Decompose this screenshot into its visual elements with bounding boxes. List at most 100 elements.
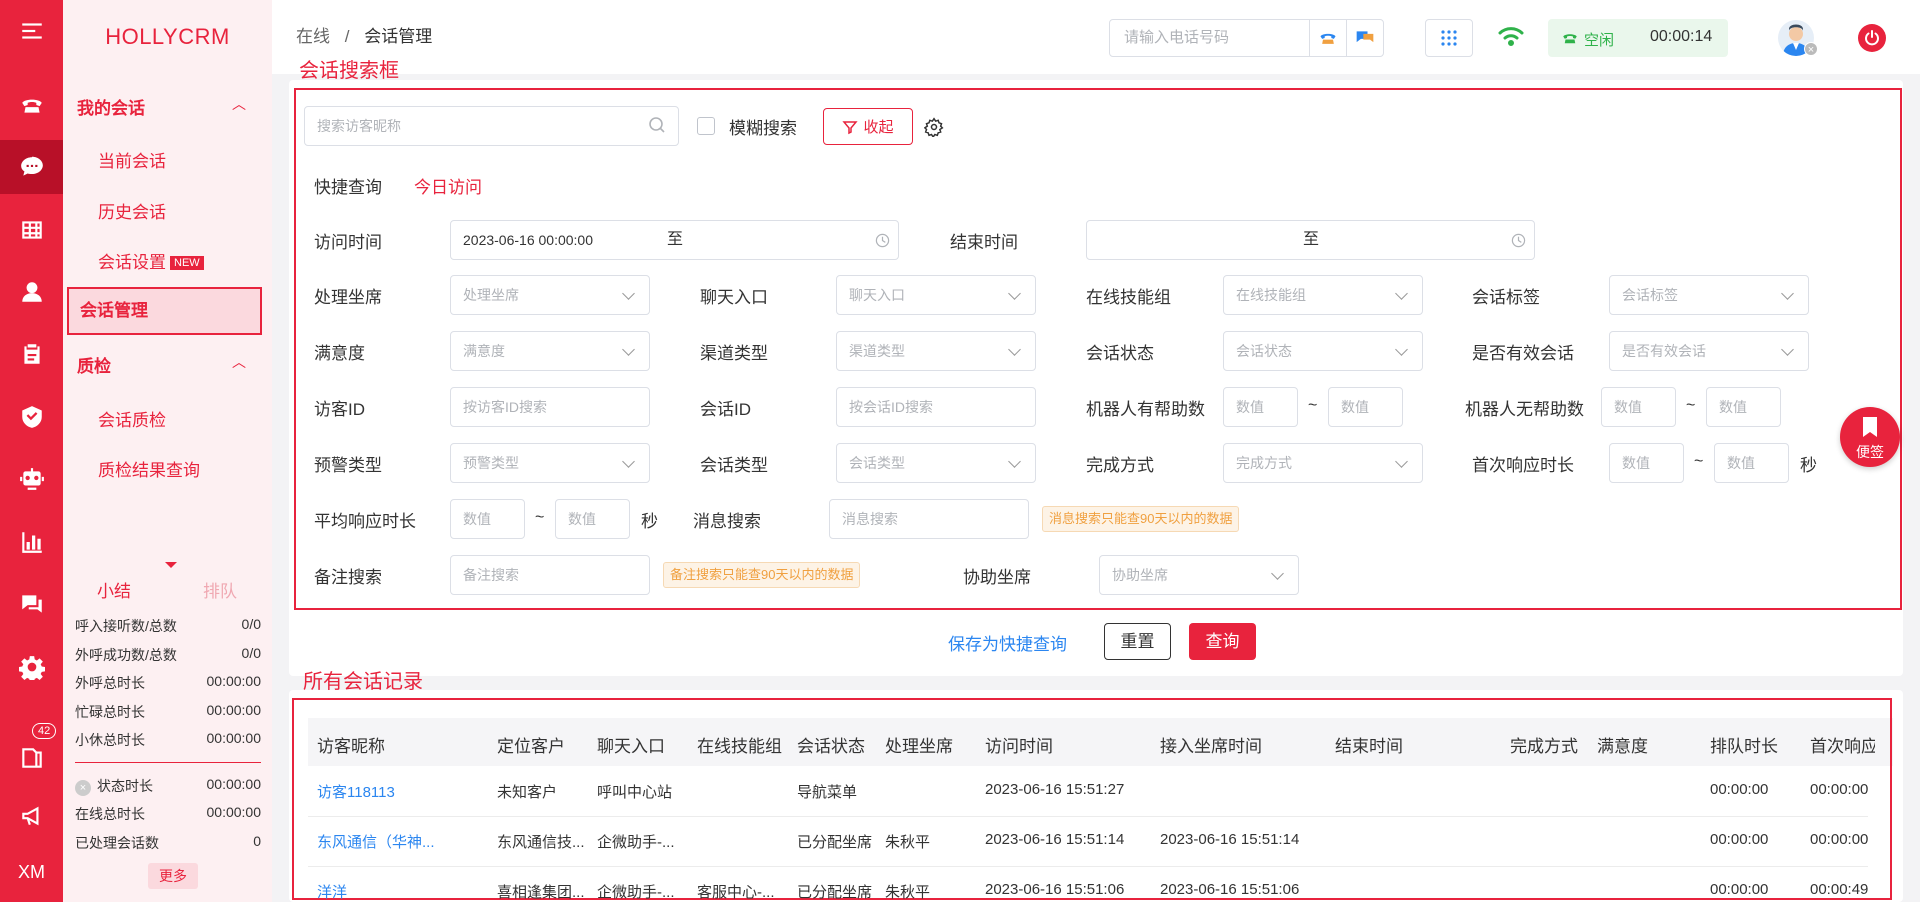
tab-queue[interactable]: 排队: [203, 577, 237, 602]
visit-time-range[interactable]: 2023-06-16 00:00:00 至: [450, 220, 899, 260]
column-header[interactable]: 定位客户: [497, 732, 565, 757]
bar-chart-icon[interactable]: [0, 515, 63, 569]
table-cell: 00:00:49: [1810, 881, 1869, 898]
more-button[interactable]: 更多: [148, 863, 198, 889]
clipboard-icon[interactable]: [0, 327, 63, 381]
avg-response-min-input[interactable]: 数值: [450, 499, 525, 539]
end-time-range[interactable]: 至: [1086, 220, 1535, 260]
robot-help-min-input[interactable]: 数值: [1223, 387, 1298, 427]
agent-status[interactable]: 空闲 00:00:14: [1548, 19, 1728, 57]
shield-icon[interactable]: [0, 390, 63, 444]
sidebar-item-session-settings[interactable]: 会话设置 NEW: [98, 248, 204, 273]
chat-icon[interactable]: [0, 140, 63, 194]
robot-nohelp-max-input[interactable]: 数值: [1706, 387, 1781, 427]
chevron-up-icon[interactable]: ︿: [232, 94, 246, 114]
menu-icon[interactable]: [0, 4, 63, 58]
stat-row: × 状态时长 00:00:00: [75, 776, 261, 796]
robot-nohelp-min-input[interactable]: 数值: [1601, 387, 1676, 427]
sms-button[interactable]: [1346, 19, 1384, 57]
visitor-search-input[interactable]: 搜索访客昵称: [304, 106, 679, 146]
sidebar-group-my-sessions[interactable]: 我的会话: [77, 94, 145, 119]
sidebar-item-session-management[interactable]: 会话管理: [67, 287, 262, 335]
phone-input[interactable]: 请输入电话号码: [1109, 19, 1310, 57]
apps-button[interactable]: [1425, 19, 1473, 57]
user-icon[interactable]: [0, 265, 63, 319]
column-header[interactable]: 结束时间: [1335, 732, 1403, 757]
sticky-note-button[interactable]: 便签: [1840, 407, 1900, 467]
sidebar-item-history-sessions[interactable]: 历史会话: [98, 198, 166, 223]
sidebar: HOLLYCRM 我的会话 ︿ 当前会话 历史会话 会话设置 NEW 会话管理 质…: [63, 0, 272, 902]
valid-session-select[interactable]: 是否有效会话: [1609, 331, 1809, 371]
column-header[interactable]: 排队时长: [1710, 732, 1778, 757]
phone-icon[interactable]: [0, 78, 63, 132]
column-header[interactable]: 首次响应: [1810, 732, 1875, 757]
visitor-link[interactable]: 访客118113: [317, 781, 395, 802]
session-status-select[interactable]: 会话状态: [1223, 331, 1423, 371]
field-label: 满意度: [314, 344, 365, 363]
sidebar-item-current-sessions[interactable]: 当前会话: [98, 147, 166, 172]
quick-query-today[interactable]: 今日访问: [414, 173, 482, 198]
sidebar-group-quality[interactable]: 质检: [77, 352, 111, 377]
tab-summary[interactable]: 小结: [97, 577, 131, 602]
assist-agent-select[interactable]: 协助坐席: [1099, 555, 1299, 595]
chat-entry-select[interactable]: 聊天入口: [836, 275, 1036, 315]
visitor-link[interactable]: 洋洋: [317, 881, 347, 902]
session-type-select[interactable]: 会话类型: [836, 443, 1036, 483]
column-header[interactable]: 完成方式: [1510, 732, 1578, 757]
table-cell: 2023-06-16 15:51:14: [1160, 831, 1300, 848]
robot-help-label: 机器人有帮助数: [1086, 400, 1205, 419]
robot-help-max-input[interactable]: 数值: [1328, 387, 1403, 427]
column-header[interactable]: 会话状态: [797, 732, 865, 757]
column-header[interactable]: 聊天入口: [597, 732, 665, 757]
caret-down-icon: [165, 562, 177, 568]
settings-gear-icon[interactable]: [923, 117, 944, 140]
skill-group-select[interactable]: 在线技能组: [1223, 275, 1423, 315]
message-search-input[interactable]: 消息搜索: [829, 499, 1029, 539]
session-id-input[interactable]: 按会话ID搜索: [836, 387, 1036, 427]
table-cell: 2023-06-16 15:51:27: [985, 781, 1125, 798]
megaphone-icon[interactable]: [0, 789, 63, 843]
chevron-up-icon[interactable]: ︿: [232, 352, 246, 372]
collapse-button[interactable]: 收起: [823, 108, 913, 145]
book-icon[interactable]: 42: [0, 723, 63, 785]
column-header[interactable]: 处理坐席: [885, 732, 953, 757]
column-header[interactable]: 访问时间: [985, 732, 1053, 757]
session-tag-select[interactable]: 会话标签: [1609, 275, 1809, 315]
reset-button[interactable]: 重置: [1104, 623, 1171, 660]
annotation-search-box: 会话搜索框: [299, 60, 399, 82]
sidebar-item-session-qc[interactable]: 会话质检: [98, 406, 166, 431]
dial-button[interactable]: [1309, 19, 1347, 57]
alert-type-select[interactable]: 预警类型: [450, 443, 650, 483]
first-response-max-input[interactable]: 数值: [1714, 443, 1789, 483]
first-response-min-input[interactable]: 数值: [1609, 443, 1684, 483]
breadcrumb-root[interactable]: 在线: [296, 27, 330, 46]
robot-icon[interactable]: [0, 452, 63, 506]
divider: [75, 762, 261, 763]
stat-row: 在线总时长 00:00:00: [75, 804, 261, 822]
rail-user-initials[interactable]: XM: [0, 845, 63, 899]
column-header[interactable]: 在线技能组: [697, 732, 782, 757]
query-button[interactable]: 查询: [1189, 623, 1256, 660]
avg-response-max-input[interactable]: 数值: [555, 499, 630, 539]
save-quick-query-link[interactable]: 保存为快捷查询: [948, 630, 1067, 655]
gear-icon[interactable]: [0, 640, 63, 694]
message-icon[interactable]: [0, 577, 63, 631]
sidebar-item-qc-results[interactable]: 质检结果查询: [98, 456, 200, 481]
channel-type-select[interactable]: 渠道类型: [836, 331, 1036, 371]
table-cell: 2023-06-16 15:51:06: [985, 881, 1125, 898]
satisfaction-select[interactable]: 满意度: [450, 331, 650, 371]
power-button[interactable]: [1858, 24, 1886, 52]
column-header[interactable]: 满意度: [1597, 732, 1648, 757]
grid-icon[interactable]: [0, 203, 63, 257]
fuzzy-search-checkbox[interactable]: [697, 117, 715, 135]
completion-mode-select[interactable]: 完成方式: [1223, 443, 1423, 483]
visitor-link[interactable]: 东风通信（华神...: [317, 831, 435, 852]
agent-select[interactable]: 处理坐席: [450, 275, 650, 315]
remark-search-input[interactable]: 备注搜索: [450, 555, 650, 595]
column-header[interactable]: 访客昵称: [317, 732, 385, 757]
visitor-id-input[interactable]: 按访客ID搜索: [450, 387, 650, 427]
column-header[interactable]: 接入坐席时间: [1160, 732, 1262, 757]
robot-nohelp-label: 机器人无帮助数: [1465, 400, 1584, 419]
quick-query-label: 快捷查询: [314, 178, 382, 197]
first-response-label: 首次响应时长: [1472, 456, 1574, 475]
